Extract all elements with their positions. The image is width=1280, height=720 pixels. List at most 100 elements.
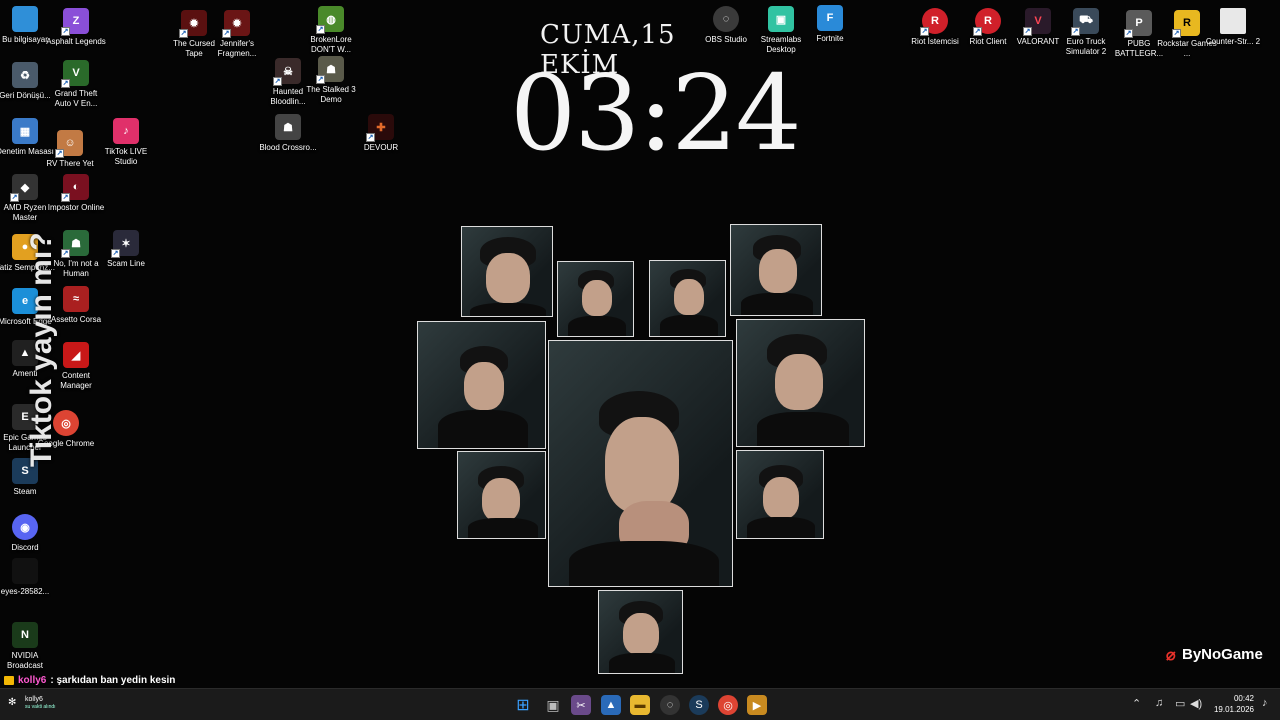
pubg-icon: P ↗	[1124, 10, 1152, 38]
rockstar-icon: R ↗	[1172, 10, 1200, 38]
game-icon: ☗ ↗	[61, 230, 89, 258]
desktop-icon-gta-v[interactable]: V ↗ Grand Theft Auto V En...	[46, 60, 106, 109]
recycle-bin-icon: ♻	[12, 62, 38, 88]
desktop-icon-asphalt[interactable]: Z ↗ Asphalt Legends	[46, 8, 106, 47]
desktop-icon-riot-istemcisi[interactable]: R ↗ Riot İstemcisi	[905, 8, 965, 47]
discord-icon: ◉	[12, 514, 38, 540]
asphalt-icon: Z ↗	[61, 8, 89, 36]
taskbar-app-photos[interactable]: ▲	[601, 695, 621, 715]
chat-message: kolly6 : şarkıdan ban yedin kesin	[4, 675, 175, 686]
impostor-icon: ◐ ↗	[61, 174, 89, 202]
desktop-icon-blood-crossroads[interactable]: ☗ Blood Crossro...	[258, 114, 318, 153]
taskbar-app-chrome[interactable]: ◎	[718, 695, 738, 715]
collage-photo	[736, 319, 865, 447]
desktop-icon-brokenlore[interactable]: ◍ ↗ BrokenLore DON'T W...	[301, 6, 361, 55]
taskbar-date: 19.01.2026	[1213, 705, 1254, 714]
fortnite-icon: F	[817, 5, 843, 31]
notification-bell-icon[interactable]: ♪	[1262, 697, 1268, 709]
photos-icon: ▲	[605, 699, 617, 711]
bynogame-text: ByNoGame	[1182, 645, 1263, 663]
amd-icon: ◆ ↗	[10, 174, 38, 202]
obs-icon: ◌	[666, 699, 674, 711]
play-icon: ▶	[752, 699, 762, 712]
taskbar-app-snipping[interactable]: ✂	[571, 695, 591, 715]
taskbar-clock[interactable]: 00:42 19.01.2026	[1208, 693, 1254, 715]
gear-icon: ✻	[8, 697, 17, 708]
taskbar-app-obs[interactable]: ◌	[660, 695, 680, 715]
desktop-icon-counter-strike[interactable]: Counter-Str... 2	[1203, 8, 1263, 47]
collage-photo	[598, 590, 683, 674]
taskbar-time: 00:42	[1233, 694, 1254, 703]
desktop-icon-euro-truck[interactable]: ⛟ ↗ Euro Truck Simulator 2	[1056, 8, 1116, 57]
nvidia-icon: N	[12, 622, 38, 648]
game-icon: ☗ ↗	[316, 56, 344, 84]
desktop-icon-jennifers[interactable]: ✹ ↗ Jennifer's Fragmen...	[207, 10, 267, 59]
collage-photo	[417, 321, 546, 449]
rv-there-yet-icon: ☺ ↗	[55, 130, 83, 158]
game-icon: ✹ ↗	[179, 10, 207, 38]
desktop-icon-impostor[interactable]: ◐ ↗ Impostor Online	[46, 174, 106, 213]
bynogame-icon: ⌀	[1166, 647, 1176, 664]
collage-photo	[736, 450, 824, 539]
game-icon: ☠ ↗	[273, 58, 301, 86]
chevron-up-icon[interactable]: ⌃	[1132, 697, 1141, 710]
collage-photo	[461, 226, 553, 317]
gta-icon: V ↗	[61, 60, 89, 88]
computer-icon	[12, 6, 38, 32]
collage-photo	[649, 260, 726, 337]
tiktok-watermark: Tiktok yayın mı?	[25, 232, 58, 467]
taskbar-profile[interactable]: ✻ kolly6 su vakti alındı	[8, 696, 56, 710]
task-view-button[interactable]: ▣	[543, 695, 563, 715]
desktop: Bu bilgisayar ♻ Geri Dönüşü... ▦ Denetim M…	[0, 0, 1280, 688]
folder-icon: ▬	[634, 699, 646, 711]
task-view-icon: ▣	[546, 696, 560, 713]
chat-text: : şarkıdan ban yedin kesin	[50, 675, 176, 686]
chrome-icon: ◎	[723, 699, 733, 712]
taskbar-app-media[interactable]: ▶	[747, 695, 767, 715]
collage-photo	[730, 224, 822, 316]
game-icon: ☗	[275, 114, 301, 140]
snipping-icon: ✂	[576, 699, 586, 712]
start-button[interactable]: ⊞	[513, 695, 533, 715]
desktop-icon-eyes-file[interactable]: eyes-28582...	[0, 558, 55, 597]
desktop-icon-discord[interactable]: ◉ Discord	[0, 514, 55, 553]
taskbar-app-steam[interactable]: S	[689, 695, 709, 715]
clock-time: 03:24	[510, 52, 802, 174]
desktop-icon-tiktok-live[interactable]: ♪ TikTok LIVE Studio	[96, 118, 156, 167]
content-manager-icon: ◢	[63, 342, 89, 368]
collage-photo-main	[548, 340, 733, 587]
game-icon: ◍ ↗	[316, 6, 344, 34]
riot-icon: R ↗	[973, 8, 1001, 36]
game-icon: ✶ ↗	[111, 230, 139, 258]
devour-icon: ✚ ↗	[366, 114, 394, 142]
desktop-icon-scam-line[interactable]: ✶ ↗ Scam Line	[96, 230, 156, 269]
game-icon: ✹ ↗	[222, 10, 250, 38]
tiktok-icon: ♪	[113, 118, 139, 144]
microphone-icon[interactable]: ♫	[1155, 697, 1163, 709]
steam-icon: S	[695, 699, 703, 711]
taskbar: ✻ kolly6 su vakti alındı ⊞ ▣ ✂ ▲ ▬ ◌ S ◎…	[0, 688, 1280, 720]
windows-icon: ⊞	[516, 697, 530, 714]
desktop-icon-devour[interactable]: ✚ ↗ DEVOUR	[351, 114, 411, 153]
desktop-icon-rv-there-yet[interactable]: ☺ ↗ RV There Yet	[40, 130, 100, 169]
chat-badge-icon	[4, 676, 14, 685]
control-panel-icon: ▦	[12, 118, 38, 144]
file-icon	[1220, 8, 1246, 34]
assetto-corsa-icon: ≈	[63, 286, 89, 312]
profile-name: kolly6	[25, 696, 43, 703]
valorant-icon: V ↗	[1023, 8, 1051, 36]
file-icon	[12, 558, 38, 584]
chat-username: kolly6	[18, 675, 47, 686]
network-icon[interactable]: ▭	[1175, 697, 1185, 710]
desktop-icon-nvidia-broadcast[interactable]: N NVIDIA Broadcast	[0, 622, 55, 671]
collage-photo	[557, 261, 634, 337]
desktop-icon-fortnite[interactable]: F Fortnite	[800, 5, 860, 44]
streamlabs-icon: ▣	[768, 6, 794, 32]
desktop-icon-stalked-3[interactable]: ☗ ↗ The Stalked 3 Demo	[301, 56, 361, 105]
profile-status: su vakti alındı	[25, 704, 56, 710]
volume-icon[interactable]: ◀)	[1190, 697, 1202, 710]
collage-photo	[457, 451, 546, 539]
riot-icon: R ↗	[920, 8, 948, 36]
bynogame-logo: ⌀ ByNoGame	[1166, 645, 1263, 665]
taskbar-app-file-explorer[interactable]: ▬	[630, 695, 650, 715]
